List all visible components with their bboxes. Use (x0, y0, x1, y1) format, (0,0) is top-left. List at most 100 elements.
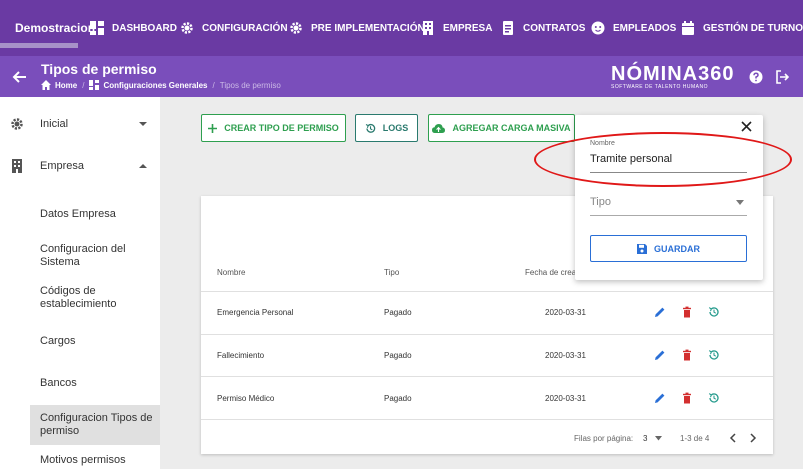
history-icon[interactable] (708, 392, 720, 404)
brand-label[interactable]: Demostracion (15, 21, 95, 35)
sidebar-item-inicial[interactable]: Inicial (0, 117, 160, 131)
sidebar-item-empresa[interactable]: Empresa (0, 159, 160, 173)
chevron-down-icon[interactable] (655, 436, 662, 441)
nav-pre-implementacion-label: PRE IMPLEMENTACIÓN (311, 22, 425, 34)
sidebar-item-bancos[interactable]: Bancos (30, 376, 160, 390)
cell-tipo: Pagado (384, 351, 412, 360)
cell-nombre: Emergencia Personal (217, 308, 294, 317)
nav-empleados-label: EMPLEADOS (613, 22, 677, 34)
logs-button-label: LOGS (382, 123, 409, 133)
home-icon (41, 80, 51, 90)
nav-configuracion[interactable]: CONFIGURACIÓN (180, 18, 288, 38)
column-header-fecha[interactable]: Fecha de creac (525, 268, 580, 277)
cell-nombre: Permiso Médico (217, 394, 275, 403)
delete-icon[interactable] (681, 392, 693, 404)
chevron-left-icon[interactable] (729, 433, 737, 443)
tipo-select[interactable]: Tipo (590, 196, 611, 208)
building-icon (423, 21, 433, 35)
sidebar-item-codigos-establecimiento[interactable]: Códigos de establecimiento (30, 284, 160, 312)
sidebar-item-motivos-permisos[interactable]: Motivos permisos (30, 453, 160, 467)
save-button[interactable]: GUARDAR (590, 235, 747, 262)
plus-icon (208, 123, 218, 133)
breadcrumb-current: Tipos de permiso (219, 80, 281, 90)
create-button-label: CREAR TIPO DE PERMISO (224, 123, 339, 133)
breadcrumb-section[interactable]: Configuraciones Generales (103, 81, 207, 90)
nav-empresa[interactable]: EMPRESA (421, 18, 492, 38)
chevron-up-icon (139, 164, 147, 168)
row-divider (201, 291, 773, 292)
edit-icon[interactable] (654, 306, 666, 318)
document-icon (503, 21, 513, 35)
edit-icon[interactable] (654, 349, 666, 361)
chevron-right-icon[interactable] (749, 433, 757, 443)
close-icon[interactable] (741, 121, 752, 132)
history-icon (365, 123, 375, 133)
face-icon (591, 21, 605, 35)
nombre-field[interactable]: Tramite personal (590, 153, 672, 165)
cell-fecha: 2020-03-31 (545, 308, 586, 317)
help-icon[interactable] (749, 70, 763, 84)
rows-per-page-value: 3 (643, 434, 648, 443)
cell-tipo: Pagado (384, 394, 412, 403)
breadcrumb-separator: / (212, 80, 215, 90)
chevron-down-icon[interactable] (736, 200, 744, 206)
save-icon (637, 243, 647, 254)
nav-gestion-turnos[interactable]: GESTIÓN DE TURNOS (681, 18, 803, 38)
create-permission-type-button[interactable]: CREAR TIPO DE PERMISO (201, 114, 346, 142)
back-arrow-icon[interactable] (12, 69, 28, 85)
row-divider (201, 376, 773, 377)
dashboard-icon (90, 21, 104, 35)
bulk-button-label: AGREGAR CARGA MASIVA (452, 123, 571, 133)
sidebar-item-configuracion-sistema[interactable]: Configuracion del Sistema (30, 242, 160, 270)
pagination-range: 1-3 de 4 (680, 434, 710, 443)
gear-icon (11, 118, 23, 130)
bulk-upload-button[interactable]: AGREGAR CARGA MASIVA (428, 114, 575, 142)
top-nav: Demostracion DASHBOARD CONFIGURACIÓN PRE… (0, 0, 803, 56)
nav-configuracion-label: CONFIGURACIÓN (202, 22, 288, 34)
sidebar-item-label: Empresa (40, 160, 85, 172)
gear-icon (181, 22, 193, 34)
nav-dashboard[interactable]: DASHBOARD (90, 18, 177, 38)
cloud-upload-icon (432, 123, 446, 133)
cell-nombre: Fallecimiento (217, 351, 265, 360)
chevron-down-icon (139, 122, 147, 126)
nombre-field-label: Nombre (590, 140, 615, 147)
calendar-icon (682, 21, 694, 35)
page-title: Tipos de permiso (41, 61, 157, 77)
column-header-nombre[interactable]: Nombre (217, 268, 245, 277)
history-icon[interactable] (708, 306, 720, 318)
nav-gestion-turnos-label: GESTIÓN DE TURNOS (703, 22, 803, 34)
nav-empleados[interactable]: EMPLEADOS (591, 18, 676, 38)
tipo-select-underline (590, 215, 747, 216)
breadcrumb-home[interactable]: Home (55, 81, 77, 90)
rows-per-page-select[interactable]: 3 (643, 434, 647, 443)
nav-contratos[interactable]: CONTRATOS (501, 18, 585, 38)
nombre-field-underline (590, 172, 747, 173)
sidebar-item-datos-empresa[interactable]: Datos Empresa (30, 207, 160, 221)
edit-icon[interactable] (654, 392, 666, 404)
row-divider (201, 419, 773, 420)
breadcrumb: Home / Configuraciones Generales / Tipos… (41, 80, 281, 90)
sidebar-item-config-tipos-permiso[interactable]: Configuracion Tipos de permiso (30, 405, 160, 445)
building-icon (12, 159, 22, 173)
breadcrumb-separator: / (82, 80, 85, 90)
rows-per-page-label: Filas por página: (574, 434, 634, 443)
sidebar-item-cargos[interactable]: Cargos (30, 334, 160, 348)
cell-fecha: 2020-03-31 (545, 351, 586, 360)
delete-icon[interactable] (681, 349, 693, 361)
cell-fecha: 2020-03-31 (545, 394, 586, 403)
column-header-tipo[interactable]: Tipo (384, 268, 399, 277)
logs-button[interactable]: LOGS (355, 114, 418, 142)
nav-dashboard-label: DASHBOARD (112, 22, 177, 34)
history-icon[interactable] (708, 349, 720, 361)
nav-contratos-label: CONTRATOS (523, 22, 586, 34)
page-header: Tipos de permiso Home / Configuraciones … (0, 56, 803, 97)
row-divider (201, 334, 773, 335)
sidebar-item-label: Inicial (40, 118, 69, 130)
logout-icon[interactable] (775, 70, 789, 84)
delete-icon[interactable] (681, 306, 693, 318)
brand-underline (0, 43, 78, 48)
nav-pre-implementacion[interactable]: PRE IMPLEMENTACIÓN (289, 18, 425, 38)
cell-tipo: Pagado (384, 308, 412, 317)
gear-icon (290, 22, 302, 34)
